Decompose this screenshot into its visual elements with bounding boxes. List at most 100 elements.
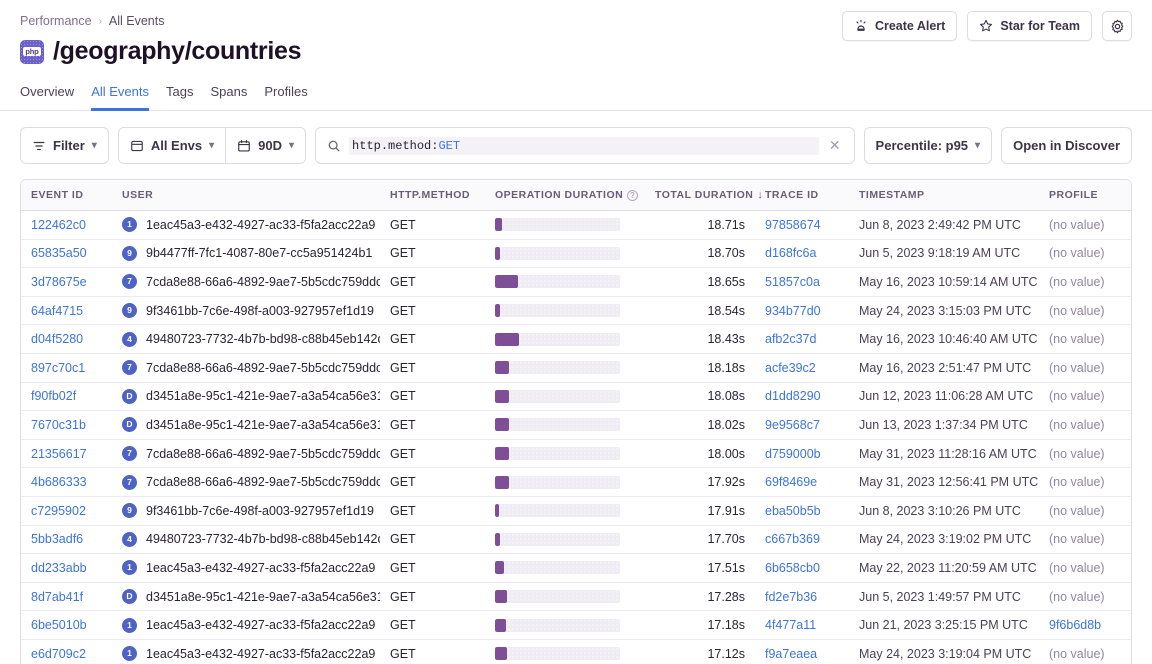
trace-id-link[interactable]: acfe39c2 — [765, 361, 816, 375]
user-id-text: 9f3461bb-7c6e-498f-a003-927957ef1d19 — [146, 303, 374, 318]
column-header-trace-id[interactable]: TRACE ID — [755, 180, 849, 211]
duration-bar-track — [495, 361, 620, 375]
table-row[interactable]: 65835a50 9 9b4477ff-7fc1-4087-80e7-cc5a951… — [21, 239, 1131, 269]
cell-operation-duration — [485, 324, 645, 354]
user-id-text: 7cda8e88-66a6-4892-9ae7-5b5cdc759ddc — [146, 274, 380, 289]
date-range-selector[interactable]: 90D ▾ — [225, 127, 307, 164]
trace-id-link[interactable]: f9a7eaea — [765, 647, 817, 661]
search-input[interactable]: http.method:GET — [349, 136, 819, 155]
table-row[interactable]: 4b686333 7 7cda8e88-66a6-4892-9ae7-5b5cdc7… — [21, 467, 1131, 497]
environment-selector[interactable]: All Envs ▾ — [117, 127, 226, 164]
duration-bar-track — [495, 618, 620, 632]
trace-id-link[interactable]: eba50b5b — [765, 504, 821, 518]
table-row[interactable]: 64af4715 9 9f3461bb-7c6e-498f-a003-927957e… — [21, 296, 1131, 326]
event-id-link[interactable]: d04f5280 — [31, 332, 83, 346]
search-bar[interactable]: http.method:GET ✕ — [315, 127, 855, 164]
table-row[interactable]: d04f5280 4 49480723-7732-4b7b-bd98-c88b45e… — [21, 324, 1131, 354]
cell-user: Dd3451a8e-95c1-421e-9ae7-a3a54ca56e31 — [112, 410, 380, 440]
table-row[interactable]: 122462c0 1 1eac45a3-e432-4927-ac33-f5fa2ac… — [21, 210, 1131, 240]
tab-all-events[interactable]: All Events — [91, 84, 149, 111]
cell-total-duration: 17.51s — [645, 553, 755, 583]
open-in-discover-button[interactable]: Open in Discover — [1001, 127, 1132, 164]
trace-id-link[interactable]: d168fc6a — [765, 246, 816, 260]
cell-user: 9 9f3461bb-7c6e-498f-a003-927957ef1d19 — [112, 496, 380, 526]
table-row[interactable]: 21356617 7 7cda8e88-66a6-4892-9ae7-5b5cdc7… — [21, 439, 1131, 469]
tab-tags[interactable]: Tags — [166, 84, 193, 111]
trace-id-link[interactable]: 51857c0a — [765, 275, 820, 289]
table-row[interactable]: f90fb02f Dd3451a8e-95c1-421e-9ae7-a3a54ca… — [21, 382, 1131, 412]
table-row[interactable]: 3d78675e 7 7cda8e88-66a6-4892-9ae7-5b5cdc7… — [21, 267, 1131, 297]
tab-profiles[interactable]: Profiles — [264, 84, 307, 111]
table-row[interactable]: e6d709c2 1 1eac45a3-e432-4927-ac33-f5fa2ac… — [21, 639, 1131, 664]
create-alert-button[interactable]: Create Alert — [841, 11, 958, 41]
event-id-link[interactable]: 4b686333 — [31, 475, 87, 489]
cell-http-method: GET — [380, 296, 485, 326]
tab-overview[interactable]: Overview — [20, 84, 74, 111]
trace-id-link[interactable]: fd2e7b36 — [765, 590, 817, 604]
trace-id-link[interactable]: 97858674 — [765, 218, 821, 232]
settings-button[interactable] — [1102, 11, 1132, 41]
event-id-link[interactable]: dd233abb — [31, 561, 87, 575]
table-row[interactable]: 6be5010b 1 1eac45a3-e432-4927-ac33-f5fa2ac… — [21, 610, 1131, 640]
cell-profile: (no value) — [1039, 525, 1131, 555]
table-row[interactable]: 8d7ab41f Dd3451a8e-95c1-421e-9ae7-a3a54ca… — [21, 582, 1131, 612]
event-id-link[interactable]: 64af4715 — [31, 304, 83, 318]
column-header-timestamp[interactable]: TIMESTAMP — [849, 180, 1039, 211]
event-id-link[interactable]: 65835a50 — [31, 246, 87, 260]
column-header-operation-duration[interactable]: OPERATION DURATION ? — [485, 180, 645, 211]
cell-event-id: c7295902 — [21, 496, 112, 526]
event-id-link[interactable]: 7670c31b — [31, 418, 86, 432]
event-id-link[interactable]: 897c70c1 — [31, 361, 85, 375]
table-row[interactable]: 7670c31b Dd3451a8e-95c1-421e-9ae7-a3a54ca… — [21, 410, 1131, 440]
column-header-http-method[interactable]: HTTP.METHOD — [380, 180, 485, 211]
cell-http-method: GET — [380, 410, 485, 440]
cell-trace-id: f9a7eaea — [755, 639, 849, 664]
filter-button[interactable]: Filter ▾ — [20, 127, 109, 164]
cell-http-method: GET — [380, 582, 485, 612]
trace-id-link[interactable]: 4f477a11 — [765, 618, 816, 632]
table-row[interactable]: c7295902 9 9f3461bb-7c6e-498f-a003-927957e… — [21, 496, 1131, 526]
event-id-link[interactable]: 3d78675e — [31, 275, 87, 289]
duration-bar-track — [495, 447, 620, 461]
trace-id-link[interactable]: afb2c37d — [765, 332, 816, 346]
trace-id-link[interactable]: d759000b — [765, 447, 821, 461]
breadcrumb-performance[interactable]: Performance — [20, 14, 92, 28]
cell-user: 7 7cda8e88-66a6-4892-9ae7-5b5cdc759ddc — [112, 467, 380, 497]
trace-id-link[interactable]: c667b369 — [765, 532, 820, 546]
trace-id-link[interactable]: 9e9568c7 — [765, 418, 820, 432]
cell-operation-duration — [485, 210, 645, 240]
event-id-link[interactable]: e6d709c2 — [31, 647, 86, 661]
table-row[interactable]: 5bb3adf6 4 49480723-7732-4b7b-bd98-c88b45e… — [21, 525, 1131, 555]
clear-search-icon[interactable]: ✕ — [827, 137, 843, 154]
create-alert-label: Create Alert — [874, 19, 946, 33]
profile-link[interactable]: 9f6b6d8b — [1049, 618, 1101, 632]
star-for-team-button[interactable]: Star for Team — [967, 11, 1092, 41]
event-id-link[interactable]: 5bb3adf6 — [31, 532, 83, 546]
trace-id-link[interactable]: 69f8469e — [765, 475, 817, 489]
column-header-user[interactable]: USER — [112, 180, 380, 211]
trace-id-link[interactable]: 934b77d0 — [765, 304, 821, 318]
cell-http-method: GET — [380, 496, 485, 526]
trace-id-link[interactable]: d1dd8290 — [765, 389, 821, 403]
tab-spans[interactable]: Spans — [210, 84, 247, 111]
trace-id-link[interactable]: 6b658cb0 — [765, 561, 820, 575]
column-header-total-duration[interactable]: TOTAL DURATION ↓ — [645, 180, 763, 211]
table-row[interactable]: 897c70c1 7 7cda8e88-66a6-4892-9ae7-5b5cdc7… — [21, 353, 1131, 383]
event-id-link[interactable]: 8d7ab41f — [31, 590, 83, 604]
column-header-profile[interactable]: PROFILE — [1039, 180, 1131, 211]
star-for-team-label: Star for Team — [1000, 19, 1080, 33]
event-id-link[interactable]: f90fb02f — [31, 389, 76, 403]
table-row[interactable]: dd233abb 1 1eac45a3-e432-4927-ac33-f5fa2ac… — [21, 553, 1131, 583]
cell-trace-id: 9e9568c7 — [755, 410, 849, 440]
percentile-selector[interactable]: Percentile: p95 ▾ — [863, 127, 993, 164]
cell-http-method: GET — [380, 553, 485, 583]
column-header-event-id[interactable]: EVENT ID — [21, 180, 112, 211]
info-icon[interactable]: ? — [627, 189, 639, 201]
profile-empty-text: (no value) — [1049, 446, 1105, 461]
event-id-link[interactable]: c7295902 — [31, 504, 86, 518]
event-id-link[interactable]: 6be5010b — [31, 618, 87, 632]
event-id-link[interactable]: 122462c0 — [31, 218, 86, 232]
profile-empty-text: (no value) — [1049, 303, 1105, 318]
event-id-link[interactable]: 21356617 — [31, 447, 87, 461]
cell-profile: (no value) — [1039, 210, 1131, 240]
